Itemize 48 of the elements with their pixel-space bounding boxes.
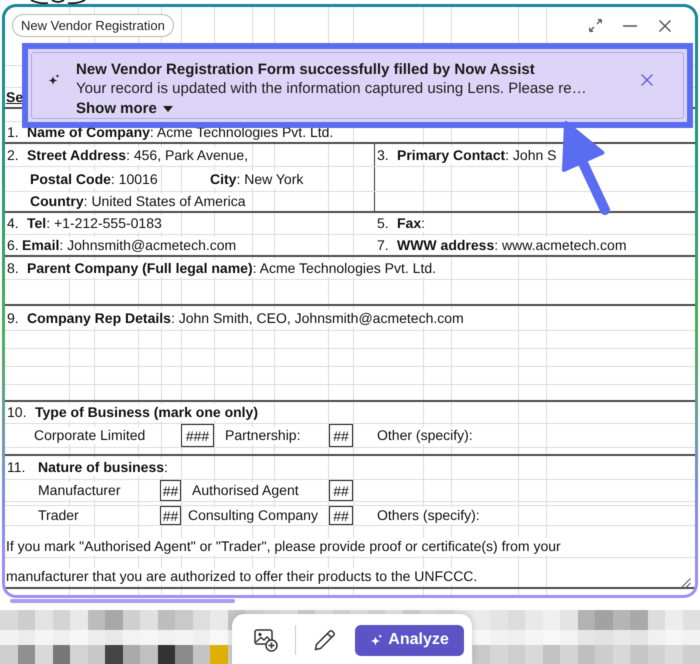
option-label: Other (specify): — [377, 427, 473, 444]
option-label: Partnership: — [225, 427, 300, 444]
choice-box: ## — [329, 424, 353, 447]
field-text: Postal Code: 10016 — [30, 170, 158, 188]
caret-icon — [162, 106, 173, 112]
notification-message: Your record is updated with the information captured using Lens. Please re… — [76, 79, 588, 99]
option-label: Others (specify): — [377, 507, 480, 524]
pencil-icon — [314, 629, 336, 651]
field-text: Tel: +1-212-555-0183 — [27, 215, 162, 232]
field-text: Country: United States of America — [30, 193, 246, 210]
edit-button[interactable] — [313, 628, 337, 652]
show-more-toggle[interactable]: Show more — [76, 99, 173, 118]
resize-handle-icon[interactable] — [680, 578, 691, 589]
choice-box: ## — [329, 480, 353, 501]
option-label: Manufacturer — [38, 482, 120, 499]
field-text: Type of Business (mark one only) — [35, 404, 258, 421]
add-image-button[interactable] — [254, 628, 278, 652]
minimize-icon — [623, 24, 637, 26]
field-text: Fax: — [397, 215, 426, 232]
section-heading: Se — [6, 89, 24, 106]
close-icon — [641, 74, 653, 86]
field-text: City: New York — [210, 170, 304, 188]
image-add-icon — [254, 628, 278, 652]
sparkle-icon — [48, 74, 60, 86]
field-text: WWW address: www.acmetech.com — [397, 236, 626, 254]
note-text: manufacturer that you are authorized to offer their products to the UNFCCC. — [6, 568, 478, 585]
field-text: Street Address: 456, Park Avenue, — [27, 146, 248, 164]
choice-box: ### — [181, 424, 214, 447]
record-title-chip: New Vendor Registration — [12, 14, 174, 37]
option-label: Consulting Company — [188, 507, 318, 524]
close-icon — [659, 20, 671, 32]
choice-box: ## — [329, 506, 353, 525]
note-text: If you mark "Authorised Agent" or "Trader", please provide proof or certificate(s) from your — [6, 538, 561, 555]
choice-box: ## — [160, 480, 181, 501]
option-label: Authorised Agent — [192, 482, 299, 499]
expand-icon — [588, 19, 602, 32]
field-text: Primary Contact: John S — [397, 146, 557, 164]
logo-icon — [30, 0, 86, 4]
notification-title: New Vendor Registration Form successfully filled by Now Assist — [76, 60, 536, 79]
field-text: Nature of business: — [38, 459, 168, 476]
option-label: Trader — [38, 507, 79, 524]
analyze-button[interactable]: Analyze — [355, 624, 464, 656]
option-label: Corporate Limited — [34, 427, 146, 444]
field-text: Email: Johnsmith@acmetech.com — [22, 236, 236, 254]
choice-box: ## — [160, 506, 181, 525]
field-text: Company Rep Details: John Smith, CEO, Johnsmith@acmetech.com — [27, 310, 464, 326]
field-text: Parent Company (Full legal name): Acme Technologies Pvt. Ltd. — [27, 260, 436, 276]
sparkle-icon — [370, 634, 384, 646]
